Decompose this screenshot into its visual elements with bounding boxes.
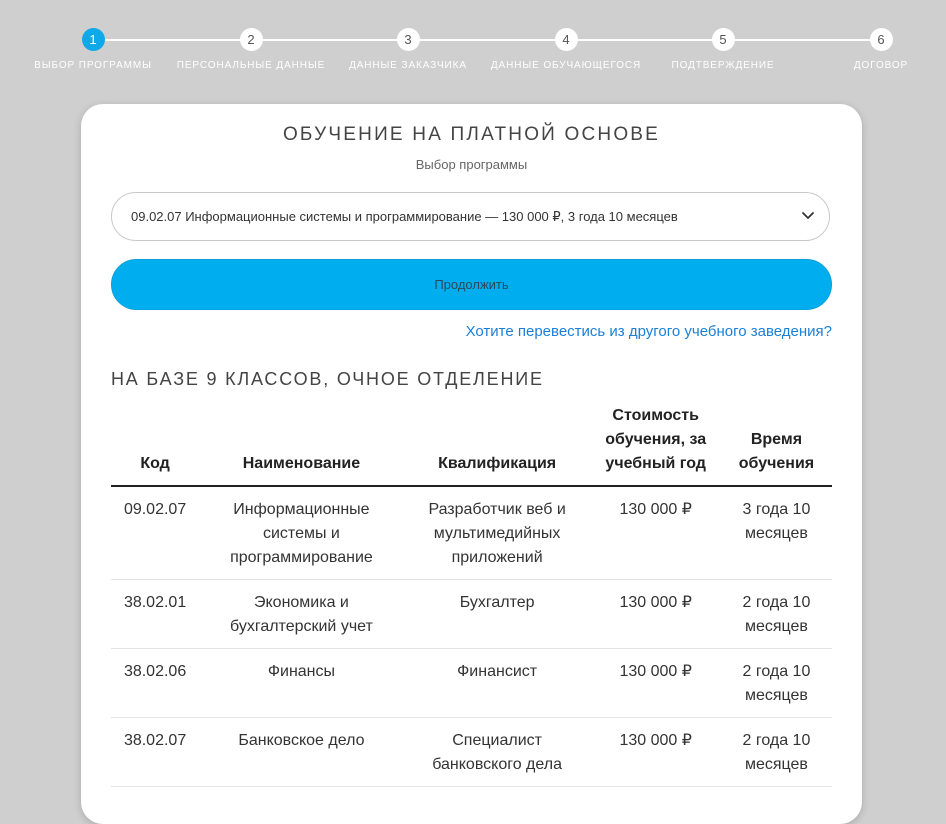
cell-code: 38.02.06	[111, 648, 200, 718]
programs-table: Код Наименование Квалификация Стоимость …	[111, 404, 832, 787]
step-2-number: 2	[239, 28, 263, 51]
cell-qualification: Бухгалтер	[403, 579, 591, 649]
step-5[interactable]: 5 ПОДТВЕРЖДЕНИЕ	[643, 28, 803, 71]
step-4-number: 4	[554, 28, 578, 51]
transfer-link[interactable]: Хотите перевестись из другого учебного з…	[466, 323, 832, 340]
step-1-number: 1	[81, 28, 105, 51]
cell-cost: 130 000 ₽	[590, 579, 721, 649]
step-6-number: 6	[869, 28, 893, 51]
cell-qualification: Специалист банковского дела	[403, 717, 591, 787]
section-heading: НА БАЗЕ 9 КЛАССОВ, ОЧНОЕ ОТДЕЛЕНИЕ	[111, 369, 544, 389]
header-code: Код	[111, 404, 200, 487]
page-title: ОБУЧЕНИЕ НА ПЛАТНОЙ ОСНОВЕ	[282, 124, 661, 145]
cell-duration: 2 года 10 месяцев	[720, 717, 832, 787]
cell-name: Финансы	[199, 648, 404, 718]
cell-cost: 130 000 ₽	[590, 717, 721, 787]
header-cost: Стоимость обучения, за учебный год	[590, 404, 721, 487]
table-row: 38.02.07 Банковское дело Специалист банк…	[111, 717, 832, 787]
header-qualification: Квалификация	[403, 404, 591, 487]
step-1[interactable]: 1 ВЫБОР ПРОГРАММЫ	[13, 28, 173, 71]
step-2-label: ПЕРСОНАЛЬНЫЕ ДАННЫЕ	[176, 60, 326, 71]
continue-button[interactable]: Продолжить	[111, 259, 832, 310]
table-row: 38.02.06 Финансы Финансист 130 000 ₽ 2 г…	[111, 648, 832, 718]
program-select-value: 09.02.07 Информационные системы и програ…	[131, 209, 678, 224]
cell-code: 38.02.07	[111, 717, 200, 787]
cell-duration: 2 года 10 месяцев	[720, 579, 832, 649]
step-3-label: ДАННЫЕ ЗАКАЗЧИКА	[349, 60, 467, 71]
program-select[interactable]: 09.02.07 Информационные системы и програ…	[111, 192, 830, 241]
step-5-label: ПОДТВЕРЖДЕНИЕ	[671, 60, 775, 71]
step-1-label: ВЫБОР ПРОГРАММЫ	[34, 60, 152, 71]
header-duration: Время обучения	[720, 404, 832, 487]
cell-qualification: Разработчик веб и мультимедийных приложе…	[403, 486, 591, 580]
cell-name: Банковское дело	[199, 717, 404, 787]
step-6[interactable]: 6 ДОГОВОР	[801, 28, 946, 71]
cell-cost: 130 000 ₽	[590, 486, 721, 580]
table-header-row: Код Наименование Квалификация Стоимость …	[111, 404, 832, 487]
program-card: ОБУЧЕНИЕ НА ПЛАТНОЙ ОСНОВЕ Выбор програм…	[81, 104, 862, 824]
table-row: 09.02.07 Информационные системы и програ…	[111, 486, 832, 580]
progress-stepper: 1 ВЫБОР ПРОГРАММЫ 2 ПЕРСОНАЛЬНЫЕ ДАННЫЕ …	[0, 0, 946, 90]
cell-duration: 3 года 10 месяцев	[720, 486, 832, 580]
step-4[interactable]: 4 ДАННЫЕ ОБУЧАЮЩЕГОСЯ	[486, 28, 646, 71]
cell-name: Экономика и бухгалтерский учет	[199, 579, 404, 649]
cell-code: 38.02.01	[111, 579, 200, 649]
step-4-label: ДАННЫЕ ОБУЧАЮЩЕГОСЯ	[490, 60, 642, 71]
step-2[interactable]: 2 ПЕРСОНАЛЬНЫЕ ДАННЫЕ	[171, 28, 331, 71]
table-row: 38.02.01 Экономика и бухгалтерский учет …	[111, 579, 832, 649]
step-6-label: ДОГОВОР	[853, 60, 909, 71]
step-3-number: 3	[396, 28, 420, 51]
cell-duration: 2 года 10 месяцев	[720, 648, 832, 718]
chevron-down-icon	[802, 212, 814, 219]
cell-cost: 130 000 ₽	[590, 648, 721, 718]
step-5-number: 5	[711, 28, 735, 51]
cell-name: Информационные системы и программировани…	[199, 486, 404, 580]
page-subtitle: Выбор программы	[415, 157, 528, 172]
cell-code: 09.02.07	[111, 486, 200, 580]
header-name: Наименование	[199, 404, 404, 487]
cell-qualification: Финансист	[403, 648, 591, 718]
step-3[interactable]: 3 ДАННЫЕ ЗАКАЗЧИКА	[328, 28, 488, 71]
